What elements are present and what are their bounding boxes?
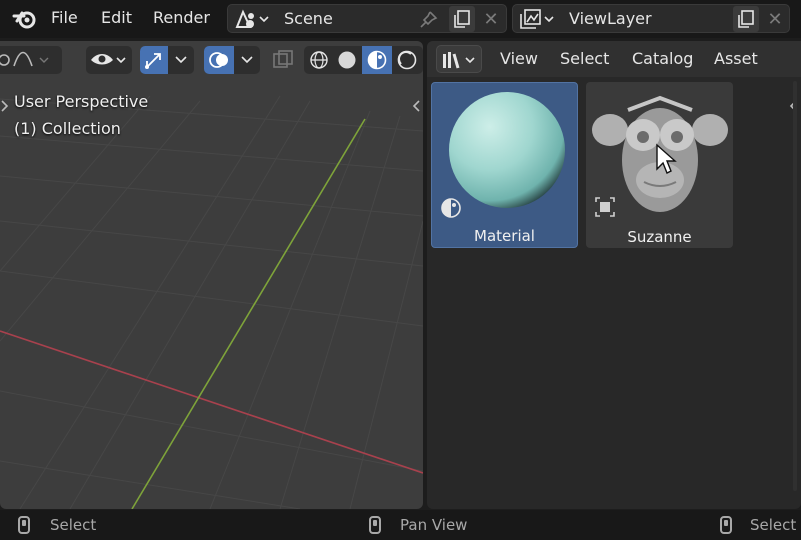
left-mouse-icon: [18, 516, 30, 534]
gizmo-dropdown[interactable]: [140, 46, 194, 74]
status-bar: Select Pan View Select: [0, 510, 801, 540]
delete-view-layer-button[interactable]: ✕: [762, 6, 788, 32]
xray-icon[interactable]: [272, 50, 294, 70]
scene-icon[interactable]: [234, 8, 270, 30]
scene-selector[interactable]: Scene ✕: [227, 4, 507, 33]
solid-shading-icon[interactable]: [336, 50, 358, 70]
scene-name[interactable]: Scene: [284, 9, 333, 28]
asset-tile-label: Material: [474, 227, 535, 245]
material-type-icon: [441, 198, 461, 218]
asset-library-icon: [443, 52, 475, 69]
mode-selector[interactable]: [0, 46, 62, 74]
asset-menu-view[interactable]: View: [500, 49, 538, 68]
new-scene-button[interactable]: [449, 6, 475, 32]
chevron-down-icon: [175, 56, 187, 64]
pin-icon[interactable]: [418, 10, 438, 30]
viewport-header: [0, 41, 423, 77]
close-icon: ✕: [767, 8, 783, 30]
scrollbar[interactable]: [793, 81, 797, 491]
asset-menu-select[interactable]: Select: [560, 49, 609, 68]
wireframe-shading-icon[interactable]: [308, 50, 330, 70]
gizmo-icon: [145, 53, 161, 69]
material-sphere-preview: [449, 92, 565, 208]
delete-scene-button[interactable]: ✕: [478, 6, 504, 32]
overlay-toggle[interactable]: [204, 46, 234, 74]
3d-viewport[interactable]: User Perspective (1) Collection: [0, 41, 423, 509]
gizmo-toggle[interactable]: [140, 46, 168, 74]
duplicate-icon: [454, 10, 470, 28]
x-axis-line: [0, 330, 423, 474]
overlay-dropdown[interactable]: [204, 46, 260, 74]
status-right-hint: Select: [750, 516, 797, 534]
material-preview-icon: [367, 50, 387, 70]
visibility-dropdown[interactable]: [86, 46, 132, 74]
right-mouse-icon: [720, 516, 732, 534]
middle-mouse-icon: [369, 516, 381, 534]
view-layer-selector[interactable]: ViewLayer ✕: [512, 4, 790, 33]
view-layer-icon[interactable]: [519, 8, 555, 30]
asset-tile-material[interactable]: Material: [431, 82, 578, 248]
asset-tile-label: Suzanne: [627, 228, 692, 246]
blender-logo-icon[interactable]: [12, 8, 38, 30]
status-left-hint: Select: [50, 516, 97, 534]
top-bar: File Edit Render Scene ✕ ViewLayer ✕: [0, 0, 801, 38]
new-view-layer-button[interactable]: [733, 6, 759, 32]
mouse-cursor-icon: [656, 143, 677, 174]
menu-render[interactable]: Render: [153, 8, 210, 27]
status-middle-hint: Pan View: [400, 516, 468, 534]
duplicate-icon: [738, 10, 754, 28]
object-type-icon: [595, 197, 615, 217]
chevron-down-icon: [241, 56, 253, 64]
viewport-perspective-label: User Perspective: [14, 92, 149, 111]
viewport-grid: [0, 95, 423, 509]
material-preview-toggle[interactable]: [362, 46, 392, 74]
eye-icon: [91, 54, 126, 65]
rendered-shading-icon[interactable]: [396, 50, 418, 70]
asset-browser-header: View Select Catalog Asset: [427, 41, 801, 77]
sidebar-expand-arrow-icon[interactable]: [410, 99, 422, 113]
asset-menu-asset[interactable]: Asset: [714, 49, 758, 68]
editor-type-selector[interactable]: [436, 45, 482, 73]
toolbar-expand-arrow-icon[interactable]: [0, 99, 10, 113]
asset-menu-catalog[interactable]: Catalog: [632, 49, 693, 68]
asset-browser: View Select Catalog Asset Material Suzan…: [427, 41, 801, 509]
overlays-icon: [209, 52, 228, 68]
menu-file[interactable]: File: [51, 8, 78, 27]
shading-selector[interactable]: [304, 46, 423, 74]
viewport-collection-label: (1) Collection: [14, 119, 121, 138]
menu-edit[interactable]: Edit: [101, 8, 132, 27]
falloff-curve-icon: [0, 51, 49, 67]
view-layer-name[interactable]: ViewLayer: [569, 9, 652, 28]
close-icon: ✕: [483, 8, 499, 30]
